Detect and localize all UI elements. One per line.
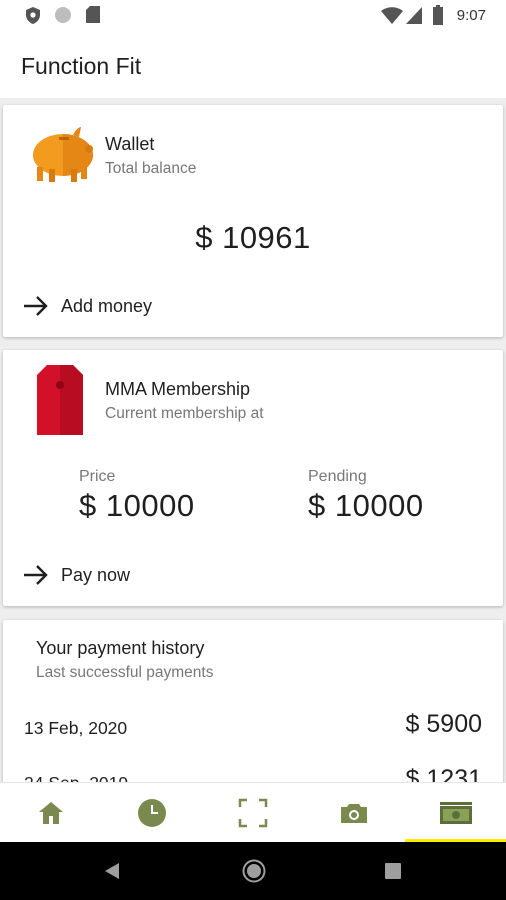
home-icon	[38, 802, 63, 824]
circle-status-icon	[55, 7, 71, 23]
pending-label: Pending	[308, 468, 367, 485]
history-subtitle: Last successful payments	[36, 664, 214, 681]
price-label: Price	[79, 468, 116, 485]
clock-icon	[137, 799, 166, 827]
history-amount: $ 5900	[405, 710, 482, 738]
nav-home[interactable]	[0, 783, 101, 843]
camera-icon	[340, 804, 367, 823]
membership-subtitle: Current membership at	[105, 405, 264, 422]
pending-value: $ 10000	[308, 488, 424, 523]
app-title: Function Fit	[21, 53, 142, 79]
home-circle-icon[interactable]	[242, 859, 266, 883]
nav-camera[interactable]	[303, 783, 404, 843]
bottom-navigation	[0, 782, 506, 843]
scan-frame-icon	[238, 798, 267, 828]
wallet-subtitle: Total balance	[105, 160, 197, 177]
payment-history-card: Your payment history Last successful pay…	[3, 620, 503, 800]
wallet-card: Wallet Total balance $ 10961 Add money	[3, 105, 503, 337]
nav-history[interactable]	[101, 783, 202, 843]
cash-icon	[439, 802, 472, 824]
price-tag-icon	[37, 365, 83, 435]
arrow-right-icon	[24, 296, 48, 316]
battery-icon	[433, 5, 443, 25]
app-bar: Function Fit	[0, 32, 506, 98]
pay-now-label: Pay now	[61, 564, 131, 585]
history-date: 13 Feb, 2020	[24, 718, 128, 738]
add-money-button[interactable]: Add money	[23, 291, 152, 321]
wallet-balance: $ 10961	[195, 220, 311, 255]
membership-card: MMA Membership Current membership at Pri…	[3, 350, 503, 606]
pay-now-button[interactable]: Pay now	[23, 560, 130, 590]
recents-icon[interactable]	[385, 863, 401, 879]
history-row: 13 Feb, 2020 $ 5900	[24, 710, 482, 744]
shield-icon	[26, 7, 40, 24]
arrow-right-icon	[24, 565, 48, 585]
nav-payments[interactable]	[405, 783, 506, 843]
sd-card-icon	[86, 6, 100, 23]
nav-scan[interactable]	[202, 783, 303, 843]
status-time: 9:07	[456, 7, 486, 24]
system-navigation-bar	[0, 842, 506, 900]
membership-title: MMA Membership	[105, 379, 251, 399]
back-icon[interactable]	[103, 862, 121, 880]
piggy-bank-icon	[33, 127, 93, 182]
wallet-title: Wallet	[105, 134, 155, 154]
price-value: $ 10000	[79, 488, 195, 523]
signal-icon	[406, 7, 422, 24]
status-bar: 9:07	[0, 0, 506, 32]
history-title: Your payment history	[36, 638, 205, 658]
wifi-icon	[381, 7, 403, 24]
add-money-label: Add money	[61, 295, 153, 316]
